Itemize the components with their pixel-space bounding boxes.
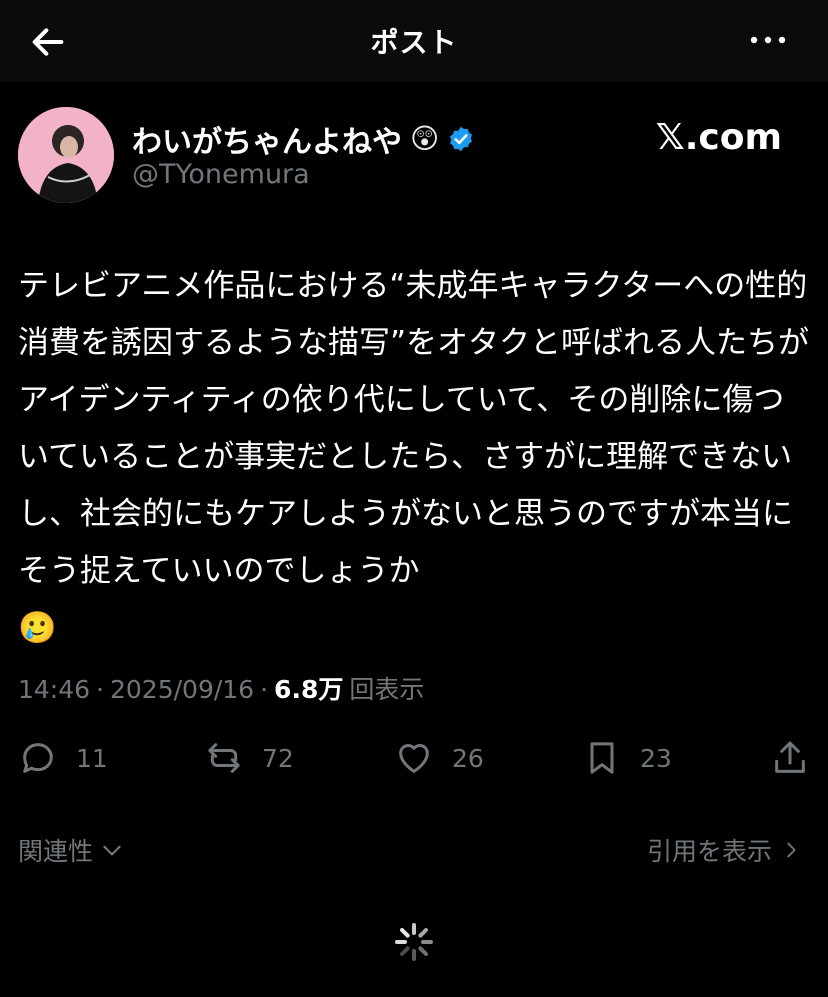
reply-button[interactable]: 11 <box>18 738 108 778</box>
post-date: 2025/09/16 <box>110 675 255 704</box>
avatar[interactable] <box>18 107 114 203</box>
views-label: 回表示 <box>349 675 425 704</box>
action-bar: 11 72 26 23 <box>0 738 828 788</box>
x-com-watermark: 𝕏.com <box>655 117 782 158</box>
display-name[interactable]: わいがちゃんよねや <box>132 117 402 161</box>
relevance-label: 関連性 <box>18 837 94 866</box>
chevron-down-icon <box>103 845 121 856</box>
heart-icon <box>399 744 429 773</box>
user-handle[interactable]: @TYonemura <box>132 159 310 190</box>
page-title: ポスト <box>370 26 458 59</box>
share-icon <box>775 741 805 773</box>
top-bar: ポスト <box>0 0 828 82</box>
post-meta: 14:46 · 2025/09/16 · 6.8万 回表示 <box>18 670 424 706</box>
view-quotes-link[interactable]: 引用を表示 <box>647 832 802 868</box>
reply-count: 11 <box>76 743 108 773</box>
verified-badge-icon <box>450 126 473 152</box>
bookmark-icon <box>590 742 614 774</box>
like-button[interactable]: 26 <box>394 738 484 778</box>
arrow-left-icon[interactable] <box>28 22 68 62</box>
tear-smile-emoji: 🥲 <box>18 610 57 646</box>
post-author: わいがちゃんよねや 😲 @TYonemura 𝕏.com <box>18 107 818 207</box>
repost-count: 72 <box>262 743 294 773</box>
bookmark-count: 23 <box>640 743 672 773</box>
post-body: テレビアニメ作品における“未成年キャラクターへの性的消費を誘因するような描写”を… <box>18 268 810 589</box>
post-time: 14:46 <box>18 675 91 704</box>
meta-separator: · <box>260 675 269 704</box>
loading-spinner-icon <box>395 923 433 961</box>
post-text: テレビアニメ作品における“未成年キャラクターへの性的消費を誘因するような描写”を… <box>18 258 813 657</box>
repost-button[interactable]: 72 <box>204 738 294 778</box>
quotes-label: 引用を表示 <box>646 837 772 866</box>
surprised-emoji: 😲 <box>410 122 440 155</box>
repost-icon <box>208 743 240 773</box>
reply-icon <box>23 743 53 773</box>
share-button[interactable] <box>770 738 810 778</box>
meta-separator: · <box>96 675 104 704</box>
relevance-dropdown[interactable]: 関連性 <box>18 832 125 868</box>
views-count[interactable]: 6.8万 <box>274 670 343 706</box>
chevron-right-icon <box>787 842 796 858</box>
more-horizontal-icon[interactable] <box>748 28 788 52</box>
like-count: 26 <box>452 743 484 773</box>
bookmark-button[interactable]: 23 <box>582 738 672 778</box>
